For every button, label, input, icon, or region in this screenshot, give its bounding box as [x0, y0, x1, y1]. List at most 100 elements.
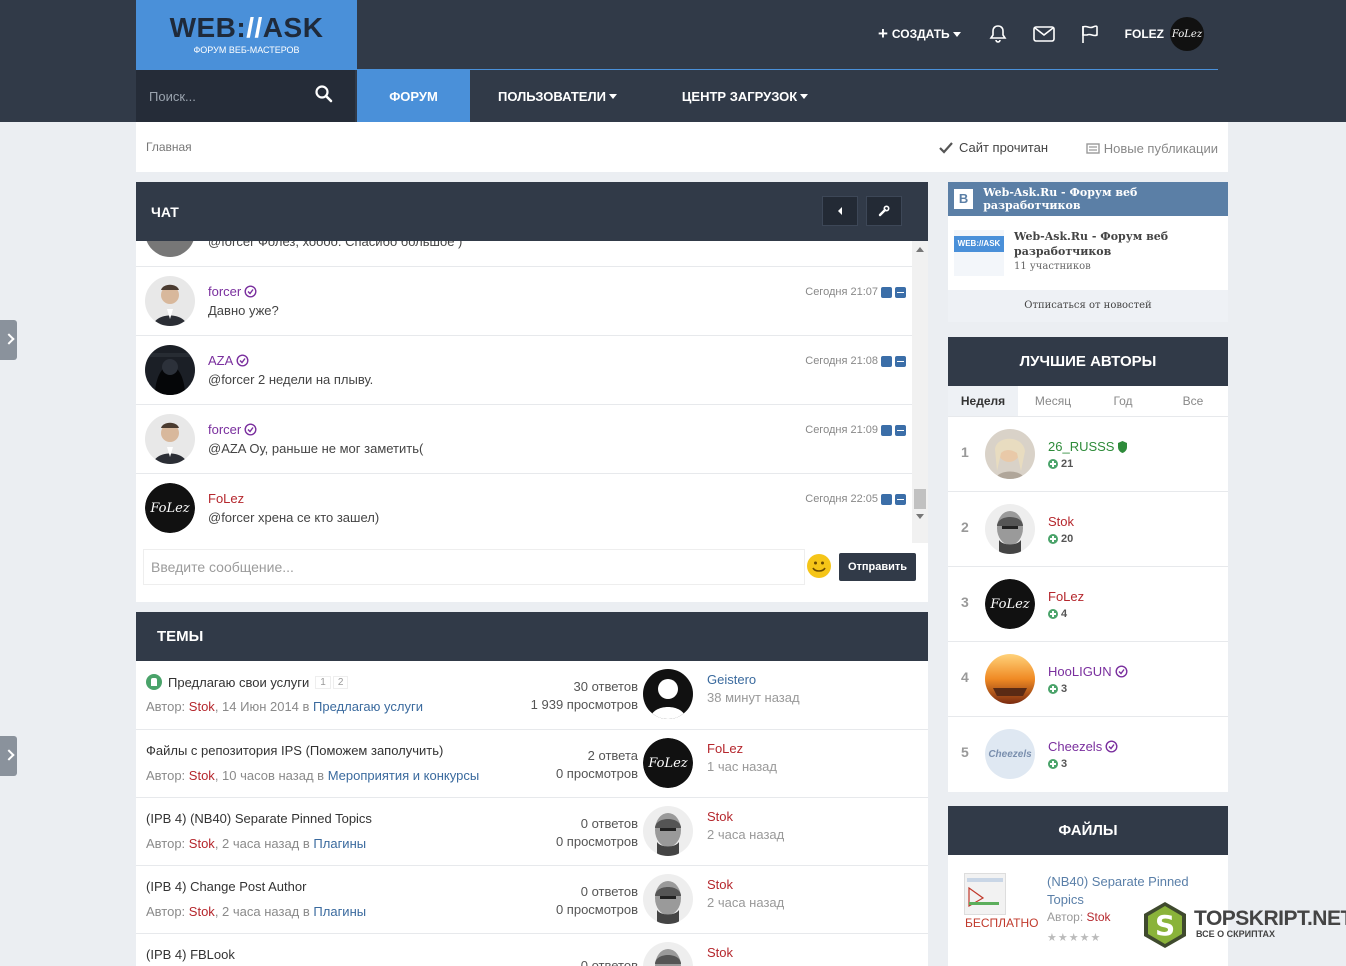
scroll-thumb[interactable] [914, 489, 926, 509]
delete-icon[interactable] [895, 355, 906, 367]
chat-messages: @forcer Фолез, хоооо. Спасибо большое ) … [136, 241, 912, 543]
search-input[interactable] [136, 70, 306, 122]
mark-read-button[interactable]: Сайт прочитан [939, 140, 1048, 155]
message-author[interactable]: forcer [208, 422, 257, 437]
watermark: S TOPSKRIPT.NET ВСЕ О СКРИПТАХ [1140, 900, 1346, 950]
vk-group-name[interactable]: Web-Ask.Ru - Форум веб разработчиков [1014, 229, 1214, 259]
vk-group-image[interactable]: WEB://ASK [954, 230, 1004, 276]
file-thumbnail[interactable] [964, 873, 1006, 915]
site-logo[interactable]: WEB://ASK ФОРУМ ВЕБ-МАСТЕРОВ [136, 0, 357, 70]
author-name[interactable]: Stok [1048, 514, 1074, 529]
avatar[interactable] [145, 276, 195, 326]
side-toggle-tab[interactable] [0, 320, 17, 360]
envelope-icon[interactable] [1032, 23, 1055, 45]
topic-title[interactable]: Файлы с репозитория IPS (Поможем заполуч… [146, 743, 443, 758]
topic-last-post: Stok 2 часа назад [707, 808, 785, 842]
avatar[interactable] [145, 414, 195, 464]
topic-title[interactable]: Предлагаю свои услуги 1 2 [146, 674, 349, 690]
vk-header[interactable]: B Web-Ask.Ru - Форум веб разработчиков [948, 182, 1228, 216]
author-name[interactable]: Cheezels [1048, 739, 1118, 754]
author-name[interactable]: 26_RUSSS [1048, 439, 1128, 454]
top-authors-title: ЛУЧШИЕ АВТОРЫ [948, 337, 1228, 386]
avatar[interactable]: FoLez [145, 483, 195, 533]
collapse-chat-button[interactable] [822, 196, 858, 226]
topic-title[interactable]: (IPB 4) (NB40) Separate Pinned Topics [146, 811, 372, 826]
delete-icon[interactable] [895, 424, 906, 436]
avatar[interactable] [985, 429, 1035, 479]
bell-icon[interactable] [987, 23, 1009, 45]
edit-icon[interactable] [881, 286, 892, 298]
topic-title[interactable]: (IPB 4) FBLook [146, 947, 235, 962]
page-link[interactable]: 2 [332, 675, 349, 689]
avatar[interactable] [145, 345, 195, 395]
author-name[interactable]: HooLIGUN [1048, 664, 1128, 679]
message-author[interactable]: forcer [208, 284, 257, 299]
avatar[interactable]: FoLez [1170, 17, 1204, 51]
edit-icon[interactable] [881, 424, 892, 436]
page-link[interactable]: 1 [315, 675, 331, 689]
new-posts-link[interactable]: Новые публикации [1086, 141, 1218, 156]
username[interactable]: FOLEZ [1125, 27, 1164, 41]
send-button[interactable]: Отправить [839, 553, 916, 581]
edit-icon[interactable] [881, 355, 892, 367]
avatar[interactable] [985, 654, 1035, 704]
message-author[interactable]: FoLez [208, 491, 244, 506]
author-row: 1 26_RUSSS 21 [948, 417, 1228, 492]
author-link[interactable]: Stok [189, 768, 215, 783]
author-link[interactable]: Stok [189, 836, 215, 851]
avatar[interactable]: FoLez [643, 738, 693, 788]
last-poster-link[interactable]: FoLez [707, 740, 777, 758]
author-link[interactable]: Stok [1087, 910, 1111, 924]
avatar[interactable] [643, 942, 693, 966]
avatar[interactable] [643, 806, 693, 856]
vk-unsubscribe-button[interactable]: Отписаться от новостей [948, 290, 1228, 322]
search-icon[interactable] [315, 85, 333, 106]
topic-last-post: Geistero 38 минут назад [707, 671, 800, 705]
chat-message-input[interactable] [143, 549, 805, 585]
last-poster-link[interactable]: Stok [707, 876, 784, 894]
flag-icon[interactable] [1079, 23, 1101, 45]
tab-week[interactable]: Неделя [948, 386, 1018, 416]
chat-header: ЧАТ [136, 182, 928, 241]
nav-downloads[interactable]: ЦЕНТР ЗАГРУЗОК [651, 70, 839, 122]
nav-forum[interactable]: ФОРУМ [357, 70, 470, 122]
plus-circle-icon [1048, 534, 1058, 544]
edit-icon[interactable] [881, 493, 892, 505]
author-link[interactable]: Stok [189, 904, 215, 919]
tab-month[interactable]: Месяц [1018, 386, 1088, 416]
author-name[interactable]: FoLez [1048, 589, 1084, 604]
scroll-down-icon[interactable] [916, 514, 924, 519]
message-author[interactable]: AZA [208, 353, 249, 368]
topic-title[interactable]: (IPB 4) Change Post Author [146, 879, 306, 894]
wrench-icon [878, 205, 890, 217]
forum-link[interactable]: Мероприятия и конкурсы [328, 768, 479, 783]
reputation: 3 [1048, 758, 1067, 770]
avatar[interactable]: FoLez [985, 579, 1035, 629]
forum-link[interactable]: Плагины [313, 904, 366, 919]
avatar[interactable] [643, 874, 693, 924]
tab-all[interactable]: Все [1158, 386, 1228, 416]
chat-scrollbar[interactable] [912, 241, 928, 543]
chat-settings-button[interactable] [866, 196, 902, 226]
delete-icon[interactable] [895, 493, 906, 505]
nav-users[interactable]: ПОЛЬЗОВАТЕЛИ [470, 70, 651, 122]
last-poster-link[interactable]: Stok [707, 944, 733, 962]
avatar[interactable] [643, 669, 693, 719]
scroll-up-icon[interactable] [916, 247, 924, 252]
newspaper-icon [1086, 143, 1100, 154]
last-poster-link[interactable]: Stok [707, 808, 784, 826]
author-link[interactable]: Stok [189, 699, 215, 714]
side-toggle-tab[interactable] [0, 736, 17, 776]
avatar[interactable] [985, 504, 1035, 554]
forum-link[interactable]: Плагины [313, 836, 366, 851]
chat-compose: Отправить [143, 549, 916, 585]
breadcrumb[interactable]: Главная [146, 140, 192, 154]
create-button[interactable]: + СОЗДАТЬ [878, 24, 961, 44]
forum-link[interactable]: Предлагаю услуги [313, 699, 423, 714]
delete-icon[interactable] [895, 286, 906, 298]
avatar[interactable]: Cheezels [985, 729, 1035, 779]
tab-year[interactable]: Год [1088, 386, 1158, 416]
last-poster-link[interactable]: Geistero [707, 671, 800, 689]
reputation: 4 [1048, 608, 1067, 620]
emoji-icon[interactable] [807, 554, 831, 578]
